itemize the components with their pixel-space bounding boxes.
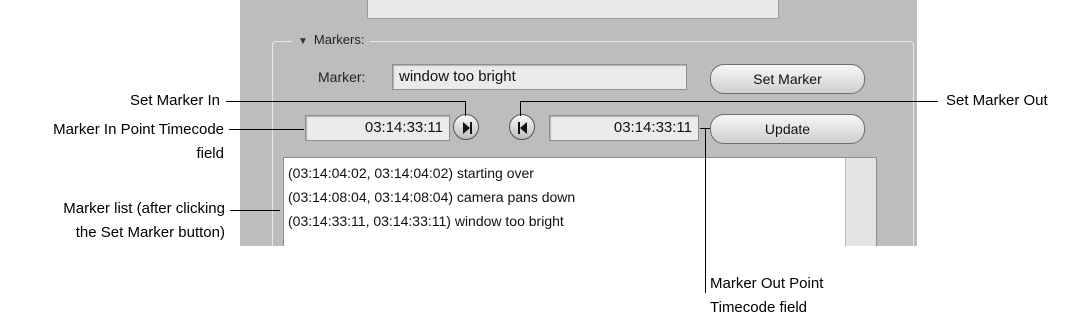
callout-out-timecode-line1: Marker Out Point [710, 275, 824, 292]
list-item[interactable]: (03:14:04:02, 03:14:04:02) starting over [288, 165, 534, 181]
callout-in-timecode-line2: field [196, 145, 224, 162]
callout-set-marker-out: Set Marker Out [946, 92, 1048, 109]
set-marker-in-button[interactable] [453, 114, 479, 140]
leader-line [230, 210, 280, 211]
callout-marker-list-line1: Marker list (after clicking [63, 200, 225, 217]
set-marker-out-button[interactable] [509, 114, 535, 140]
marker-list[interactable]: (03:14:04:02, 03:14:04:02) starting over… [283, 157, 877, 246]
list-scrollbar[interactable] [845, 158, 876, 246]
callout-out-timecode-line2: Timecode field [710, 299, 807, 316]
set-marker-button[interactable]: Set Marker [710, 64, 865, 94]
leader-line [229, 129, 304, 130]
markers-group-title: Markers: [313, 32, 365, 47]
leader-line [705, 128, 706, 293]
leader-line [465, 101, 466, 116]
marker-in-timecode-field[interactable]: 03:14:33:11 [305, 115, 450, 141]
markers-panel: ▼ Markers: Marker: window too bright Set … [240, 0, 917, 246]
play-to-end-icon [463, 122, 472, 134]
markers-group-header[interactable]: ▼ Markers: [292, 32, 371, 47]
leader-line [520, 101, 521, 116]
callout-marker-list-line2: the Set Marker button) [75, 224, 225, 241]
upper-field [367, 0, 779, 19]
list-item[interactable]: (03:14:08:04, 03:14:08:04) camera pans d… [288, 189, 575, 205]
leader-line [226, 101, 466, 102]
disclosure-triangle-down-icon[interactable]: ▼ [298, 36, 308, 47]
skip-to-start-icon [518, 122, 527, 134]
callout-in-timecode-line1: Marker In Point Timecode [53, 121, 224, 138]
marker-label: Marker: [318, 69, 366, 85]
update-button[interactable]: Update [710, 114, 865, 144]
list-item[interactable]: (03:14:33:11, 03:14:33:11) window too br… [288, 213, 564, 229]
marker-out-timecode-field[interactable]: 03:14:33:11 [549, 115, 699, 141]
marker-name-field[interactable]: window too bright [392, 64, 687, 90]
callout-set-marker-in: Set Marker In [129, 92, 220, 109]
leader-line [520, 101, 938, 102]
